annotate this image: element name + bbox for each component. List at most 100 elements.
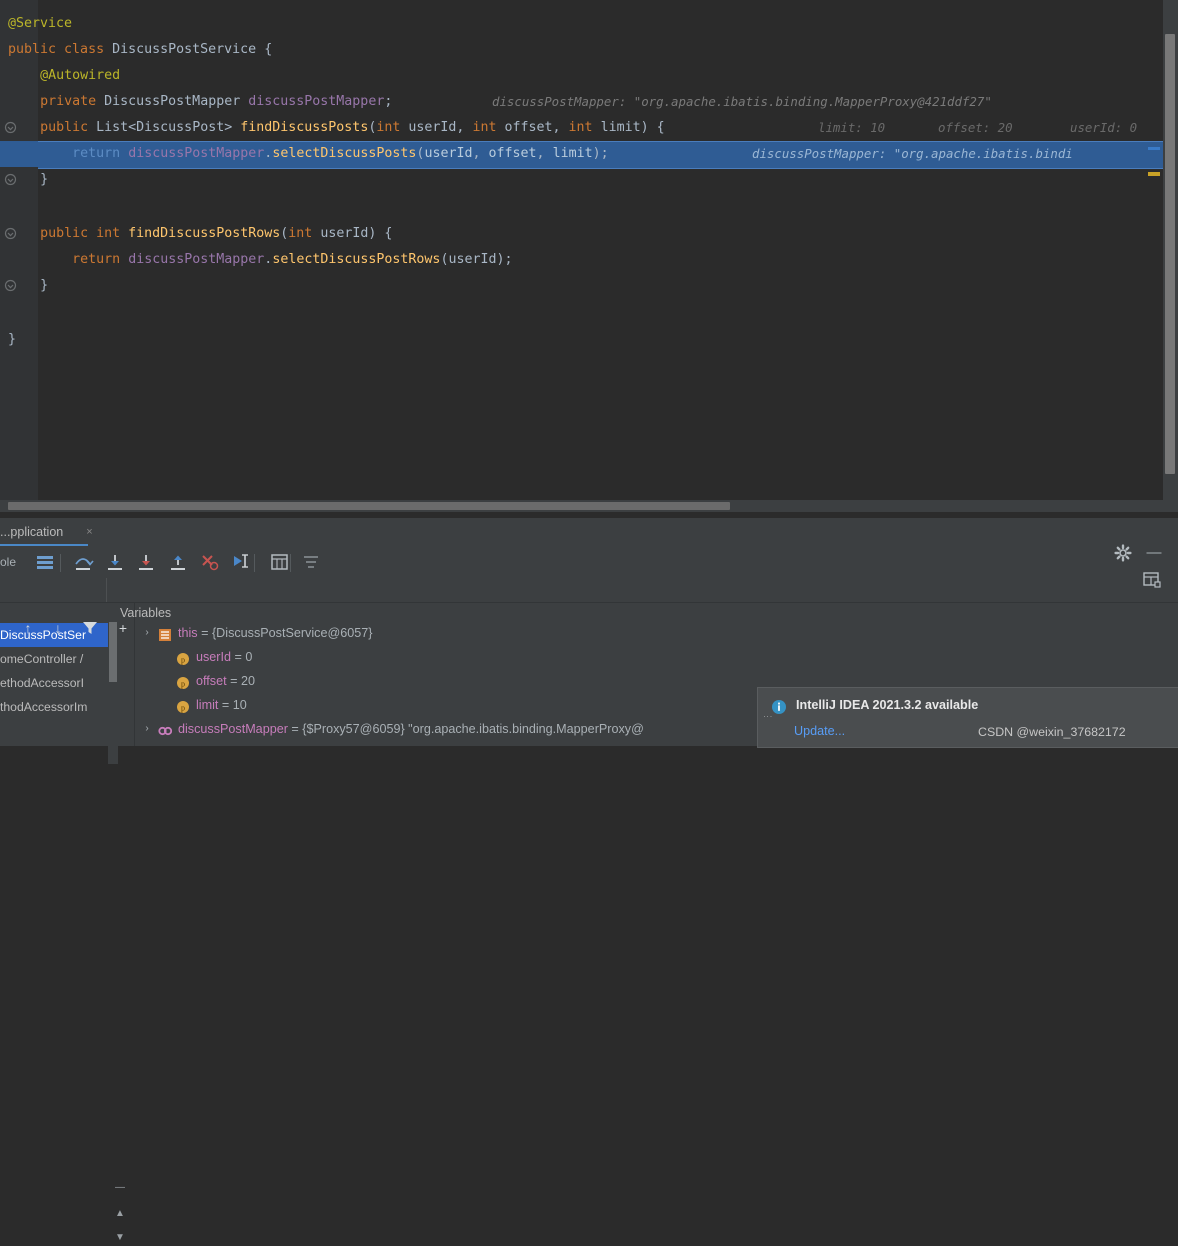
code-token: @Service [8,16,73,31]
code-line[interactable]: } [0,327,1178,353]
step-up-frame-button[interactable]: ↑ [18,618,38,638]
variable-text: offset = 20 [196,669,255,693]
code-token: selectDiscussPostRows [272,252,441,267]
variable-text: userId = 0 [196,645,252,669]
update-link[interactable]: Update... [794,724,845,738]
variable-value: 10 [232,698,247,712]
code-token: { [264,42,273,57]
inline-parameter-hint: discussPostMapper: "org.apache.ibatis.bi… [492,94,992,109]
warning-marker[interactable] [1148,172,1160,176]
step-down-frame-button[interactable]: ↓ [48,618,68,638]
watermark-text: CSDN @weixin_37682172 [978,725,1126,739]
code-token: ) { [368,226,393,241]
equals-sign: = [231,650,246,664]
variable-text: this = {DiscussPostService@6057} [178,621,372,645]
code-token: } [40,278,49,293]
code-token: public [8,42,65,57]
stack-frame-label: thodAccessorIm [0,700,88,714]
scroll-up-icon[interactable]: ▲ [112,1206,128,1222]
debug-toolbar[interactable]: ole [0,548,1178,578]
code-line[interactable]: @Autowired [0,63,1178,89]
variable-value: {DiscussPostService@6057} [211,626,373,640]
inline-hint-row: discussPostMapper: "org.apache.ibatis.bi… [0,89,1178,115]
inline-hint-row: userId: 0 [0,115,1178,141]
code-line[interactable]: public class DiscussPostService { [0,37,1178,63]
filter-frames-button[interactable] [80,618,100,638]
execution-line-marker[interactable] [1148,147,1160,150]
collapse-frames-icon[interactable]: — [112,1180,128,1196]
expand-arrow-icon[interactable]: › [140,717,154,741]
code-fold-icon[interactable] [4,173,17,186]
variable-name: offset [196,674,227,688]
code-token: findDiscussPostRows [128,226,281,241]
code-token: discussPostMapper [128,252,265,267]
step-into-button[interactable] [104,552,126,574]
toolbar-separator [290,554,291,572]
object-icon [158,626,172,641]
code-token: userId [320,226,369,241]
notification-popup[interactable]: ⋮ IntelliJ IDEA 2021.3.2 available Updat… [757,687,1178,748]
run-to-cursor-button[interactable] [230,552,252,574]
code-token: class [64,42,113,57]
code-fold-icon[interactable] [4,279,17,292]
code-token: int [288,226,321,241]
frames-pane[interactable]: DiscussPostSer omeController / ethodAccess… [0,623,108,764]
code-line[interactable]: } [0,167,1178,193]
editor-hscrollbar-thumb[interactable] [8,502,730,510]
code-editor[interactable]: @Service public class DiscussPostService … [0,0,1178,518]
notification-title: IntelliJ IDEA 2021.3.2 available [796,698,979,712]
equals-sign: = [226,674,241,688]
code-token: public [40,226,97,241]
code-line[interactable]: public int findDiscussPostRows(int userI… [0,221,1178,247]
force-step-into-button[interactable] [135,552,157,574]
stack-frame-row[interactable]: omeController / [0,647,108,671]
stack-frame-label: ethodAccessorI [0,676,85,690]
console-tab-label[interactable]: ole [0,555,16,569]
code-content[interactable]: @Service public class DiscussPostService … [0,0,1178,500]
inline-hint-row: discussPostMapper: "org.apache.ibatis.bi… [0,141,1178,167]
variable-name: userId [196,650,232,664]
code-line[interactable]: @Service [0,11,1178,37]
mute-breakpoints-button[interactable] [301,552,323,574]
stack-frame-label: omeController / [0,652,84,666]
step-over-button[interactable] [72,552,94,574]
code-line[interactable]: return discussPostMapper.selectDiscussPo… [0,247,1178,273]
variable-value: 20 [240,674,255,688]
variable-text: limit = 10 [196,693,247,717]
code-fold-icon[interactable] [4,227,17,240]
code-token: userId [448,252,497,267]
code-token: } [8,332,17,347]
field-link-icon [158,722,173,736]
active-tab-underline [0,544,88,546]
expand-arrow-icon[interactable]: › [140,621,154,645]
debug-session-tab[interactable]: ...pplication [0,521,63,544]
editor-vscrollbar-thumb[interactable] [1165,34,1175,474]
scroll-down-icon[interactable]: ▼ [112,1230,128,1246]
drop-frame-button[interactable] [198,552,220,574]
code-line[interactable]: } [0,273,1178,299]
variable-value: {$Proxy57@6059} "org.apache.ibatis.bindi… [302,722,644,736]
evaluate-expression-button[interactable] [269,552,291,574]
toolbar-separator [60,554,61,572]
layout-settings-icon[interactable] [1142,570,1162,590]
stack-frame-row[interactable]: thodAccessorIm [0,695,108,719]
variable-text: discussPostMapper = {$Proxy57@6059} "org… [178,717,644,741]
close-icon[interactable]: × [84,527,95,538]
show-execution-point-button[interactable] [34,552,56,574]
variable-name: discussPostMapper [178,722,288,736]
stack-frame-row[interactable]: ethodAccessorI [0,671,108,695]
equals-sign: = [287,722,303,736]
step-out-button[interactable] [167,552,189,574]
code-token: DiscussPostService [112,42,265,57]
parameter-icon: p [176,650,190,665]
code-token: ); [496,252,513,267]
svg-text:p: p [181,704,185,713]
toolbar-divider [106,578,107,602]
variable-value: 0 [245,650,253,664]
add-frame-button[interactable]: + [113,618,133,638]
equals-sign: = [218,698,233,712]
panel-divider [0,602,1178,603]
code-token: int [96,226,129,241]
equals-sign: = [197,626,212,640]
intellij-idea-window: @Service public class DiscussPostService … [0,0,1178,1243]
